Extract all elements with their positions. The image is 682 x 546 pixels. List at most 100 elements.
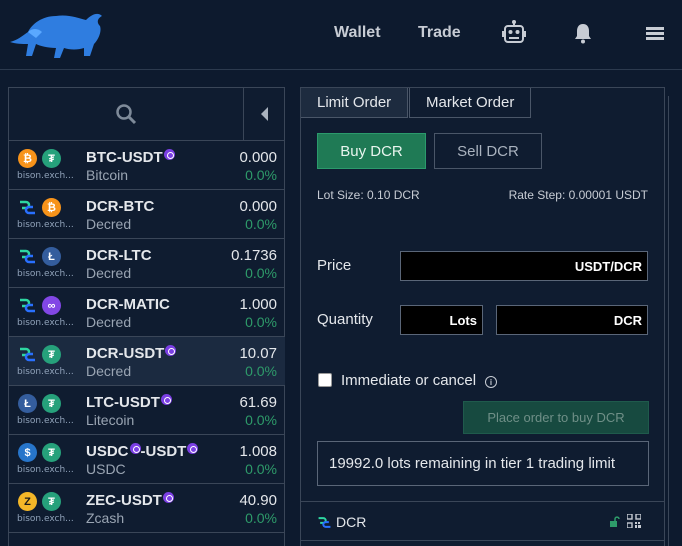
price-input[interactable]: USDT/DCR bbox=[400, 251, 648, 281]
market-host: bison.exch... bbox=[17, 416, 74, 426]
search-icon bbox=[116, 104, 137, 125]
dcr-icon bbox=[18, 198, 37, 217]
dcr-icon bbox=[18, 345, 37, 364]
lot-size-info: Lot Size: 0.10 DCR bbox=[317, 188, 420, 202]
bison-logo[interactable] bbox=[8, 10, 104, 60]
market-coin-name: Litecoin bbox=[86, 412, 135, 428]
zec-icon: Z bbox=[18, 492, 37, 511]
place-order-button[interactable]: Place order to buy DCR bbox=[463, 401, 649, 434]
market-coin-name: Bitcoin bbox=[86, 167, 129, 183]
token-icon bbox=[187, 443, 199, 454]
market-host: bison.exch... bbox=[17, 465, 74, 475]
wallet-coin: DCR bbox=[317, 514, 366, 530]
market-change: 0.0% bbox=[245, 167, 277, 183]
usdt-icon: ₮ bbox=[42, 443, 61, 462]
hamburger-menu-icon[interactable] bbox=[640, 18, 670, 48]
market-price: 40.90 bbox=[239, 492, 277, 509]
market-pair: USDC -USDT bbox=[86, 443, 199, 460]
market-host: bison.exch... bbox=[17, 220, 74, 230]
market-pair: BTC-USDT bbox=[86, 149, 175, 166]
wallet-coin-label: DCR bbox=[336, 514, 367, 530]
token-icon bbox=[165, 345, 177, 356]
market-coin-name: Decred bbox=[86, 314, 132, 330]
market-row-zec-usdt[interactable]: Z ₮ bison.exch... ZEC-USDT Zcash 40.90 0… bbox=[9, 484, 285, 533]
market-price: 10.07 bbox=[239, 345, 277, 362]
tab-limit-order[interactable]: Limit Order bbox=[301, 88, 409, 118]
usdt-icon: ₮ bbox=[42, 149, 61, 168]
collapse-market-list-button[interactable] bbox=[244, 88, 285, 141]
market-row-dcr-ltc[interactable]: Ł bison.exch... DCR-LTC Decred 0.1736 0.… bbox=[9, 239, 285, 288]
market-row-dcr-usdt[interactable]: ₮ bison.exch... DCR-USDT Decred 10.07 0.… bbox=[9, 337, 285, 386]
btc-icon: ₿ bbox=[18, 149, 37, 168]
qr-code-icon[interactable] bbox=[627, 514, 641, 528]
market-pair: DCR-BTC bbox=[86, 198, 155, 215]
quantity-unit: DCR bbox=[613, 312, 642, 328]
usdt-icon: ₮ bbox=[42, 492, 61, 511]
token-icon bbox=[160, 394, 172, 405]
market-price: 0.1736 bbox=[231, 247, 277, 264]
market-host: bison.exch... bbox=[17, 171, 74, 181]
market-row-dcr-matic[interactable]: ∞ bison.exch... DCR-MATIC Decred 1.000 0… bbox=[9, 288, 285, 337]
nav-trade[interactable]: Trade bbox=[418, 24, 461, 42]
token-icon bbox=[163, 149, 175, 160]
market-price: 0.000 bbox=[239, 198, 277, 215]
market-row-usdc-usdt[interactable]: $ ₮ bison.exch... USDC -USDT USDC 1.008 0… bbox=[9, 435, 285, 484]
market-list: ₿ ₮ bison.exch... BTC-USDT Bitcoin 0.000… bbox=[9, 141, 285, 533]
market-change: 0.0% bbox=[245, 363, 277, 379]
market-coin-name: USDC bbox=[86, 461, 126, 477]
unlock-icon[interactable] bbox=[609, 516, 620, 527]
bell-icon[interactable] bbox=[568, 18, 598, 48]
market-row-dcr-btc[interactable]: ₿ bison.exch... DCR-BTC Decred 0.000 0.0… bbox=[9, 190, 285, 239]
immediate-or-cancel-checkbox[interactable] bbox=[318, 373, 332, 387]
scrollbar-track[interactable] bbox=[668, 96, 669, 546]
market-row-btc-usdt[interactable]: ₿ ₮ bison.exch... BTC-USDT Bitcoin 0.000… bbox=[9, 141, 285, 190]
market-pair: DCR-USDT bbox=[86, 345, 177, 362]
market-change: 0.0% bbox=[245, 461, 277, 477]
dcr-icon bbox=[318, 516, 331, 528]
market-price: 61.69 bbox=[239, 394, 277, 411]
nav-wallet[interactable]: Wallet bbox=[334, 24, 381, 42]
order-form-panel: Limit Order Market Order Buy DCR Sell DC… bbox=[300, 87, 669, 546]
tier-limit-message: 19992.0 lots remaining in tier 1 trading… bbox=[317, 441, 649, 486]
usdt-icon: ₮ bbox=[42, 394, 61, 413]
market-coin-name: Decred bbox=[86, 363, 132, 379]
market-pair: LTC-USDT bbox=[86, 394, 172, 411]
tab-market-order[interactable]: Market Order bbox=[409, 88, 532, 118]
market-change: 0.0% bbox=[245, 265, 277, 281]
buy-toggle-button[interactable]: Buy DCR bbox=[317, 133, 426, 169]
lots-input[interactable]: Lots bbox=[400, 305, 483, 335]
market-coin-name: Decred bbox=[86, 216, 132, 232]
price-unit: USDT/DCR bbox=[574, 258, 642, 274]
top-bar: Wallet Trade bbox=[0, 0, 682, 70]
usdt-icon: ₮ bbox=[42, 345, 61, 364]
market-row-ltc-usdt[interactable]: Ł ₮ bison.exch... LTC-USDT Litecoin 61.6… bbox=[9, 386, 285, 435]
ltc-icon: Ł bbox=[18, 394, 37, 413]
market-change: 0.0% bbox=[245, 412, 277, 428]
market-price: 1.000 bbox=[239, 296, 277, 313]
market-host: bison.exch... bbox=[17, 318, 74, 328]
market-change: 0.0% bbox=[245, 314, 277, 330]
dcr-icon bbox=[18, 296, 37, 315]
market-coin-name: Decred bbox=[86, 265, 132, 281]
wallet-balance-row: DCR bbox=[301, 501, 665, 541]
quantity-input[interactable]: DCR bbox=[496, 305, 648, 335]
btc-icon: ₿ bbox=[42, 198, 61, 217]
robot-icon[interactable] bbox=[499, 18, 529, 48]
market-pair: DCR-MATIC bbox=[86, 296, 170, 313]
market-host: bison.exch... bbox=[17, 367, 74, 377]
market-search[interactable] bbox=[9, 88, 244, 141]
ltc-icon: Ł bbox=[42, 247, 61, 266]
info-icon[interactable]: i bbox=[485, 376, 497, 388]
usdc-icon: $ bbox=[18, 443, 37, 462]
token-icon bbox=[129, 443, 141, 454]
market-change: 0.0% bbox=[245, 216, 277, 232]
immediate-or-cancel-label: Immediate or cancel bbox=[341, 372, 477, 389]
market-list-panel: ₿ ₮ bison.exch... BTC-USDT Bitcoin 0.000… bbox=[8, 87, 285, 546]
market-host: bison.exch... bbox=[17, 269, 74, 279]
market-change: 0.0% bbox=[245, 510, 277, 526]
lots-unit: Lots bbox=[449, 312, 477, 328]
token-icon bbox=[162, 492, 174, 503]
price-label: Price bbox=[317, 257, 352, 274]
sell-toggle-button[interactable]: Sell DCR bbox=[434, 133, 542, 169]
market-coin-name: Zcash bbox=[86, 510, 125, 526]
